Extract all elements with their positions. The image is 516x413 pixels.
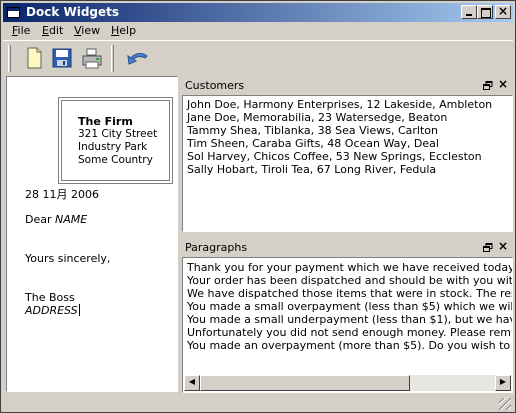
float-dock-icon[interactable] xyxy=(483,81,493,90)
list-item[interactable]: You made a small underpayment (less than… xyxy=(187,313,512,326)
greeting-name-placeholder: NAME xyxy=(55,213,88,226)
new-document-icon xyxy=(27,47,42,69)
address-line: Industry Park xyxy=(78,141,148,153)
list-item[interactable]: Thank you for your payment which we have… xyxy=(187,261,512,274)
minimize-button[interactable] xyxy=(461,5,477,19)
list-item[interactable]: You made a small overpayment (less than … xyxy=(187,300,512,313)
window-app-icon[interactable] xyxy=(7,7,20,18)
address-block: The Firm 321 City Street Industry Park S… xyxy=(61,100,170,181)
list-item[interactable]: Tim Sheen, Caraba Gifts, 48 Ocean Way, D… xyxy=(187,137,439,150)
letter-closing: Yours sincerely, xyxy=(25,252,111,265)
letter-signature-address: ADDRESS xyxy=(25,304,80,317)
list-item[interactable]: Sally Hobart, Tiroli Tea, 67 Long River,… xyxy=(187,163,436,176)
paragraphs-dock-title-bar[interactable]: Paragraphs × xyxy=(182,238,513,257)
close-dock-icon[interactable]: × xyxy=(498,239,508,253)
list-item[interactable]: You made an overpayment (more than $5). … xyxy=(187,339,512,352)
undo-button[interactable] xyxy=(125,45,149,71)
list-item[interactable]: Jane Doe, Memorabilia, 23 Watersedge, Be… xyxy=(187,111,447,124)
list-item[interactable]: Your order has been dispatched and shoul… xyxy=(187,274,512,287)
main-window: Dock Widgets × File Edit View Help The F… xyxy=(0,0,516,413)
paragraphs-list[interactable]: Thank you for your payment which we have… xyxy=(182,257,513,393)
close-icon: × xyxy=(497,4,509,18)
menu-view[interactable]: View xyxy=(74,24,100,37)
float-dock-icon[interactable] xyxy=(483,243,493,252)
scrollbar-thumb[interactable] xyxy=(200,375,410,391)
letter-date: 28 11月 2006 xyxy=(25,188,99,201)
menu-edit[interactable]: Edit xyxy=(42,24,63,37)
letter-editor[interactable]: The Firm 321 City Street Industry Park S… xyxy=(6,76,178,392)
close-dock-icon[interactable]: × xyxy=(498,77,508,91)
list-item[interactable]: We have dispatched those items that were… xyxy=(187,287,512,300)
arrow-left-icon: ◀ xyxy=(188,377,196,386)
window-title: Dock Widgets xyxy=(26,5,120,19)
letter-signature: The Boss xyxy=(25,291,75,304)
address-frame: The Firm 321 City Street Industry Park S… xyxy=(58,97,173,184)
save-button[interactable] xyxy=(50,45,74,71)
print-button[interactable] xyxy=(80,45,104,71)
undo-icon xyxy=(127,53,148,65)
list-item[interactable]: John Doe, Harmony Enterprises, 12 Lakesi… xyxy=(187,98,492,111)
toolbar-handle[interactable] xyxy=(8,45,11,72)
scroll-left-button[interactable]: ◀ xyxy=(184,375,200,391)
save-icon xyxy=(52,48,72,68)
list-item[interactable]: Tammy Shea, Tiblanka, 38 Sea Views, Carl… xyxy=(187,124,438,137)
dock-splitter[interactable] xyxy=(179,75,181,393)
scroll-right-button[interactable]: ▶ xyxy=(495,375,511,391)
letter-greeting: Dear NAME xyxy=(25,213,88,226)
toolbar-separator xyxy=(111,45,114,72)
list-item[interactable]: Sol Harvey, Chicos Coffee, 53 New Spring… xyxy=(187,150,482,163)
horizontal-scrollbar[interactable]: ◀ ▶ xyxy=(184,375,511,391)
print-icon xyxy=(82,48,102,69)
paragraphs-dock-title: Paragraphs xyxy=(185,241,248,254)
list-item[interactable]: Unfortunately you did not send enough mo… xyxy=(187,326,512,339)
size-grip-icon[interactable] xyxy=(499,398,511,410)
customers-dock-title-bar[interactable]: Customers × xyxy=(182,76,513,95)
title-bar[interactable]: Dock Widgets × xyxy=(3,3,513,22)
menu-file[interactable]: File xyxy=(12,24,30,37)
address-name: The Firm xyxy=(78,115,133,128)
maximize-button[interactable] xyxy=(477,5,493,19)
customers-list[interactable]: John Doe, Harmony Enterprises, 12 Lakesi… xyxy=(182,95,513,232)
customers-dock: Customers × John Doe, Harmony Enterprise… xyxy=(182,76,513,232)
menu-help[interactable]: Help xyxy=(111,24,136,37)
status-bar xyxy=(3,395,513,412)
toolbar xyxy=(3,40,513,75)
address-line: 321 City Street xyxy=(78,128,158,140)
text-cursor xyxy=(78,304,80,316)
arrow-right-icon: ▶ xyxy=(499,377,507,386)
new-letter-button[interactable] xyxy=(22,45,46,71)
paragraphs-dock: Paragraphs × Thank you for your payment … xyxy=(182,238,513,393)
menu-bar: File Edit View Help xyxy=(3,22,513,40)
customers-dock-title: Customers xyxy=(185,79,245,92)
address-line: Some Country xyxy=(78,154,153,166)
close-button[interactable]: × xyxy=(495,4,511,19)
